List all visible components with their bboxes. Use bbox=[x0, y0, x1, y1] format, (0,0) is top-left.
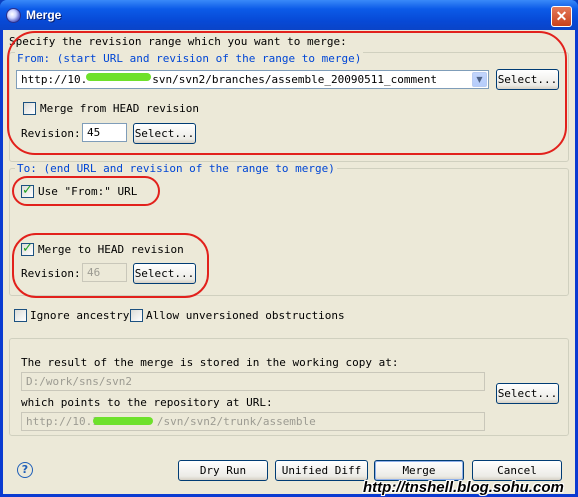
chevron-down-icon[interactable]: ▼ bbox=[472, 72, 487, 87]
from-url-prefix: http://10. bbox=[21, 73, 88, 86]
merge-to-head-checkbox[interactable] bbox=[21, 241, 34, 256]
app-icon bbox=[6, 8, 21, 23]
use-from-url-label: Use "From:" URL bbox=[38, 185, 138, 198]
working-copy-select-button[interactable]: Select... bbox=[496, 383, 559, 404]
from-url-suffix: svn/svn2/branches/assemble_20090511_comm… bbox=[152, 73, 438, 86]
window-title: Merge bbox=[26, 8, 62, 22]
ignore-ancestry-label: Ignore ancestry bbox=[30, 309, 130, 322]
redaction-mark bbox=[93, 417, 153, 425]
dry-run-button[interactable]: Dry Run bbox=[178, 460, 268, 481]
merge-button[interactable]: Merge bbox=[374, 460, 464, 481]
from-url-select-button[interactable]: Select... bbox=[496, 69, 559, 90]
watermark: http://tnshell.blog.sohu.com bbox=[363, 479, 564, 496]
from-revision-select-button[interactable]: Select... bbox=[133, 123, 196, 144]
merge-from-head-checkbox[interactable] bbox=[23, 102, 36, 115]
redaction-mark bbox=[86, 73, 151, 81]
repository-url-field[interactable]: http://10.1/svn/svn2/trunk/assemble bbox=[21, 412, 485, 431]
to-legend: To: (end URL and revision of the range t… bbox=[15, 162, 337, 175]
result-points-text: which points to the repository at URL: bbox=[21, 396, 273, 409]
help-icon[interactable]: ? bbox=[17, 462, 33, 478]
close-icon[interactable]: ✕ bbox=[551, 6, 572, 27]
dialog-body: Specify the revision range which you wan… bbox=[3, 30, 575, 496]
unified-diff-button[interactable]: Unified Diff bbox=[275, 460, 368, 481]
repo-url-prefix: http://10.1 bbox=[26, 415, 99, 428]
cancel-button[interactable]: Cancel bbox=[472, 460, 562, 481]
result-stored-text: The result of the merge is stored in the… bbox=[21, 356, 399, 369]
from-legend: From: (start URL and revision of the ran… bbox=[15, 52, 364, 65]
to-revision-select-button[interactable]: Select... bbox=[133, 263, 196, 284]
from-revision-label: Revision: bbox=[21, 127, 81, 140]
allow-unversioned-checkbox[interactable] bbox=[130, 309, 143, 322]
ignore-ancestry-checkbox[interactable] bbox=[14, 309, 27, 322]
merge-dialog: Merge ✕ Specify the revision range which… bbox=[0, 0, 578, 497]
working-copy-field[interactable]: D:/work/sns/svn2 bbox=[21, 372, 485, 391]
repo-url-suffix: /svn/svn2/trunk/assemble bbox=[156, 415, 316, 428]
use-from-url-checkbox[interactable] bbox=[21, 183, 34, 198]
title-bar[interactable]: Merge ✕ bbox=[0, 0, 578, 30]
allow-unversioned-label: Allow unversioned obstructions bbox=[146, 309, 345, 322]
to-revision-input[interactable]: 46 bbox=[82, 263, 127, 282]
merge-from-head-label: Merge from HEAD revision bbox=[40, 102, 199, 115]
to-revision-label: Revision: bbox=[21, 267, 81, 280]
merge-to-head-label: Merge to HEAD revision bbox=[38, 243, 184, 256]
intro-text: Specify the revision range which you wan… bbox=[9, 35, 347, 48]
from-revision-input[interactable]: 45 bbox=[82, 123, 127, 142]
